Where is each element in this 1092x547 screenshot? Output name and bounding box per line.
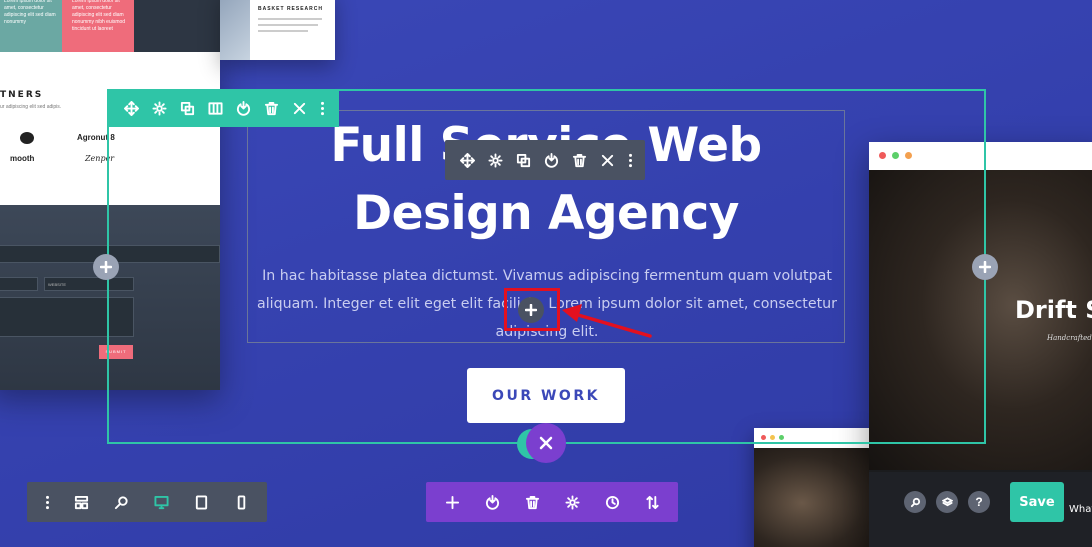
mockup-dark-block xyxy=(134,0,220,52)
close-icon[interactable] xyxy=(285,94,313,122)
search-button[interactable] xyxy=(904,491,926,513)
mockup-photo xyxy=(754,448,874,547)
whats-new-text: What xyxy=(1069,504,1092,515)
plus-icon xyxy=(100,261,112,273)
our-work-button[interactable]: OUR WORK xyxy=(467,368,625,423)
mockup-hero-title: Drift S xyxy=(1015,296,1092,324)
mockup-logo-bubble xyxy=(20,132,34,144)
view-mode-toolbar xyxy=(27,482,267,522)
delete-icon[interactable] xyxy=(257,94,285,122)
portability-icon[interactable] xyxy=(632,488,672,516)
add-icon[interactable] xyxy=(432,488,472,516)
help-label: ? xyxy=(975,495,983,509)
mockup-pink-text: Lorem ipsum dolor sit amet, consectetur … xyxy=(72,0,126,32)
close-icon xyxy=(539,436,553,450)
search-icon xyxy=(910,497,920,507)
mockup-text-line xyxy=(258,30,308,32)
settings-icon[interactable] xyxy=(145,94,173,122)
mockup-image xyxy=(220,0,250,60)
move-icon[interactable] xyxy=(117,94,145,122)
clear-layout-icon[interactable] xyxy=(512,488,552,516)
mockup-text-line xyxy=(258,24,318,26)
add-column-left-button[interactable] xyxy=(93,254,119,280)
plus-icon xyxy=(979,261,991,273)
close-section-button[interactable] xyxy=(526,423,566,463)
save-to-library-icon[interactable] xyxy=(537,146,565,174)
delete-icon[interactable] xyxy=(565,146,593,174)
more-icon[interactable] xyxy=(33,488,61,516)
tablet-view-icon[interactable] xyxy=(181,488,221,516)
wireframe-icon[interactable] xyxy=(61,488,101,516)
move-icon[interactable] xyxy=(453,146,481,174)
page-settings-toolbar xyxy=(426,482,678,522)
save-button[interactable]: Save xyxy=(1010,482,1064,522)
more-icon[interactable] xyxy=(621,146,639,174)
section-toolbar xyxy=(107,89,339,127)
mockup-partners-heading: TNERS xyxy=(0,90,44,100)
layers-icon xyxy=(941,496,953,506)
annotation-arrow-icon xyxy=(562,304,652,338)
mockup-title: BASKET RESEARCH xyxy=(258,6,324,12)
mockup-field-name xyxy=(0,277,38,291)
load-layout-icon[interactable] xyxy=(472,488,512,516)
mockup-text-line xyxy=(258,18,322,20)
more-icon[interactable] xyxy=(313,94,331,122)
page-settings-icon[interactable] xyxy=(552,488,592,516)
top-mockup-card: BASKET RESEARCH xyxy=(220,0,335,60)
zoom-icon[interactable] xyxy=(101,488,141,516)
annotation-highlight-box xyxy=(504,288,560,331)
save-to-library-icon[interactable] xyxy=(229,94,257,122)
settings-icon[interactable] xyxy=(481,146,509,174)
mockup-hero-subtitle: Handcrafted W xyxy=(1047,334,1092,342)
phone-view-icon[interactable] xyxy=(221,488,261,516)
add-column-right-button[interactable] xyxy=(972,254,998,280)
mockup-teal-text: Lorem ipsum dolor sit amet, consectetur … xyxy=(4,0,56,25)
row-toolbar xyxy=(445,140,645,180)
duplicate-icon[interactable] xyxy=(173,94,201,122)
close-icon[interactable] xyxy=(593,146,621,174)
desktop-view-icon[interactable] xyxy=(141,488,181,516)
help-button[interactable]: ? xyxy=(968,491,990,513)
hero-heading[interactable]: Full Service Web Design Agency xyxy=(250,112,842,248)
history-icon[interactable] xyxy=(592,488,632,516)
mockup-partners-subtext: ur adipiscing elit sed adipis. xyxy=(0,104,62,110)
duplicate-icon[interactable] xyxy=(509,146,537,174)
layers-button[interactable] xyxy=(936,491,958,513)
mockup-logo-mooth: mooth xyxy=(10,154,35,163)
bottom-mockup-card xyxy=(754,428,874,547)
columns-icon[interactable] xyxy=(201,94,229,122)
